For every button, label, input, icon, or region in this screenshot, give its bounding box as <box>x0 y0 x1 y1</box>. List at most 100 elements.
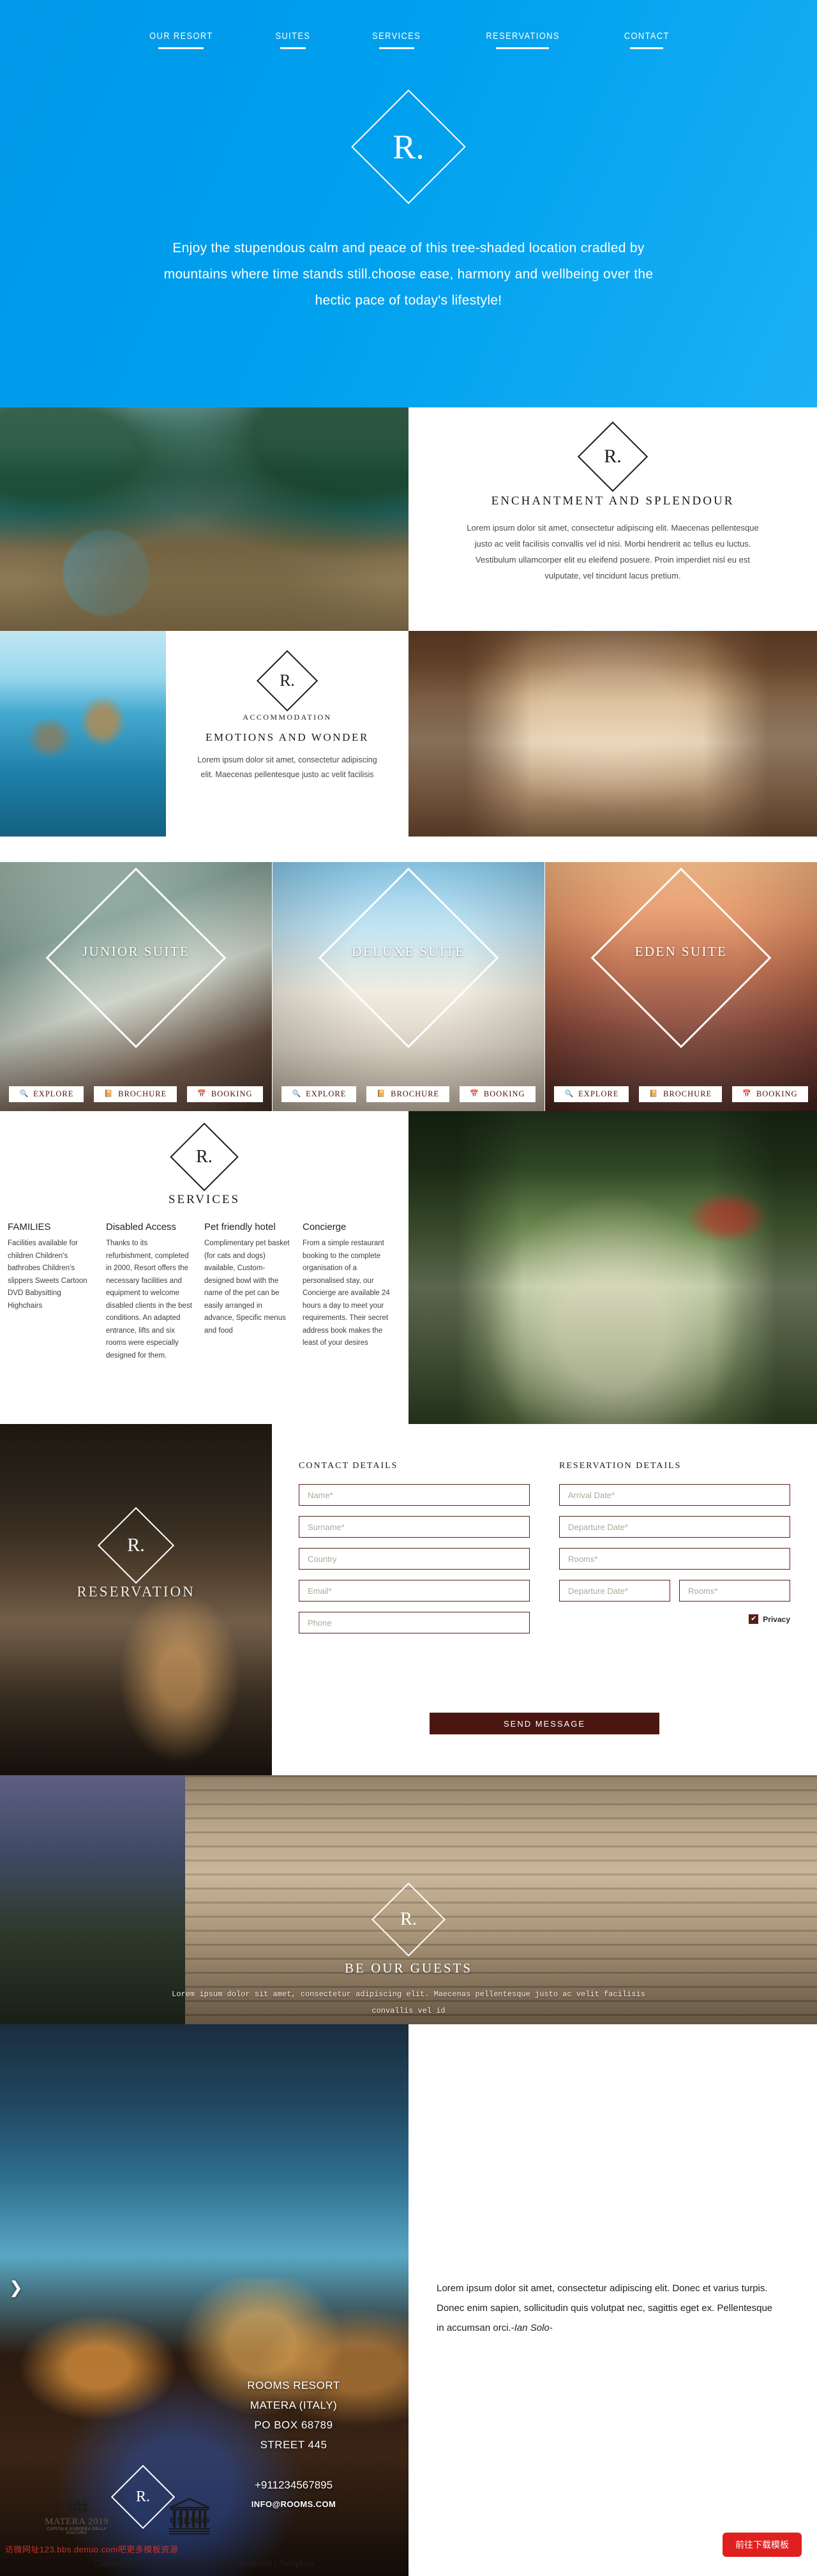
suite-card-junior[interactable]: JUNIOR SUITE 🔍 EXPLORE 📔 BROCHURE 📅 BOOK… <box>0 862 272 1111</box>
section-logo: R. <box>257 650 318 711</box>
footer-logo: R. <box>111 2465 175 2529</box>
address-line: PO BOX 68789 <box>254 2419 333 2431</box>
services-columns: FAMILIES Facilities available for childr… <box>0 1207 408 1362</box>
booking-button[interactable]: 📅 BOOKING <box>732 1086 808 1102</box>
section-logo: R. <box>371 1883 446 1957</box>
footer-email[interactable]: INFO@ROOMS.COM <box>179 2499 408 2509</box>
search-icon: 🔍 <box>19 1090 29 1098</box>
hero-tagline: Enjoy the stupendous calm and peace of t… <box>163 241 654 308</box>
name-field[interactable] <box>299 1484 530 1506</box>
monogram-text: R. <box>135 2489 150 2505</box>
booking-label: BOOKING <box>483 1089 525 1098</box>
suite-interior-photo <box>408 631 817 837</box>
monogram-text: R. <box>280 671 295 690</box>
calendar-icon: 📅 <box>470 1090 479 1098</box>
service-heading: Disabled Access <box>106 1222 177 1232</box>
diamond-logo-icon: R. <box>371 1883 446 1957</box>
departure-date-field[interactable] <box>559 1516 790 1538</box>
matera-2019-logo: #⌗ MATERA 2019 CAPITALE EUROPEA DELLA CU… <box>38 2496 115 2536</box>
reservation-panel-title: RESERVATION <box>77 1584 195 1600</box>
departure-date-field-2[interactable] <box>559 1580 670 1602</box>
brochure-label: BROCHURE <box>391 1089 440 1098</box>
book-icon: 📔 <box>649 1090 659 1098</box>
footer-phone[interactable]: +911234567895 <box>179 2479 408 2492</box>
country-field[interactable] <box>299 1548 530 1570</box>
suite-card-deluxe[interactable]: DELUXE SUITE 🔍 EXPLORE 📔 BROCHURE 📅 BOOK… <box>273 862 544 1111</box>
phone-field[interactable] <box>299 1612 530 1633</box>
diamond-logo-icon: R. <box>170 1123 239 1192</box>
suite-actions: 🔍 EXPLORE 📔 BROCHURE 📅 BOOKING <box>545 1086 817 1102</box>
overwater-bungalow-photo <box>0 631 166 837</box>
service-heading: Concierge <box>303 1222 347 1232</box>
nav-label: SUITES <box>275 31 311 42</box>
suite-actions: 🔍 EXPLORE 📔 BROCHURE 📅 BOOKING <box>273 1086 544 1102</box>
nav-item-our-resort[interactable]: OUR RESORT <box>144 31 218 49</box>
book-icon: 📔 <box>104 1090 114 1098</box>
explore-button[interactable]: 🔍 EXPLORE <box>9 1086 84 1102</box>
brochure-button[interactable]: 📔 BROCHURE <box>94 1086 177 1102</box>
monogram-text: R. <box>196 1147 213 1167</box>
diamond-logo-icon: R. <box>578 421 648 492</box>
privacy-checkbox[interactable]: ✔ <box>749 1614 759 1624</box>
service-heading: Pet friendly hotel <box>204 1222 276 1232</box>
booking-button[interactable]: 📅 BOOKING <box>187 1086 263 1102</box>
email-field[interactable] <box>299 1580 530 1602</box>
guests-title: BE OUR GUESTS <box>344 1960 473 1976</box>
nav-underline <box>379 47 414 49</box>
explore-button[interactable]: 🔍 EXPLORE <box>554 1086 629 1102</box>
date-rooms-row <box>559 1580 790 1612</box>
download-template-button[interactable]: 前往下载模板 <box>723 2533 802 2557</box>
service-column-pet-friendly: Pet friendly hotel Complimentary pet bas… <box>204 1221 303 1362</box>
watermark-text: 访微网址123.bbs.denuo.com吧更多模板资源 <box>5 2545 179 2554</box>
rooms-field[interactable] <box>559 1548 790 1570</box>
suite-title: DELUXE SUITE <box>352 944 465 959</box>
prev-slide-arrow-icon[interactable]: ❯ <box>9 2278 23 2298</box>
suite-card-eden[interactable]: EDEN SUITE 🔍 EXPLORE 📔 BROCHURE 📅 BOOKIN… <box>545 862 817 1111</box>
nav-item-suites[interactable]: SUITES <box>273 31 313 49</box>
explore-button[interactable]: 🔍 EXPLORE <box>281 1086 357 1102</box>
monogram-text: R. <box>393 128 424 166</box>
hero-section: OUR RESORT SUITES SERVICES RESERVATIONS … <box>0 0 817 407</box>
accommodation-body: Lorem ipsum dolor sit amet, consectetur … <box>197 755 377 779</box>
surname-field[interactable] <box>299 1516 530 1538</box>
monogram-text: R. <box>400 1909 417 1929</box>
book-icon: 📔 <box>377 1090 387 1098</box>
unesco-wordmark: UNESCO <box>170 2516 210 2526</box>
nav-item-services[interactable]: SERVICES <box>368 31 424 49</box>
diamond-logo-icon: R. <box>351 89 466 204</box>
search-icon: 🔍 <box>292 1090 302 1098</box>
privacy-consent: ✔ Privacy <box>559 1614 790 1624</box>
nav-label: CONTACT <box>624 31 670 42</box>
arrival-date-field[interactable] <box>559 1484 790 1506</box>
diamond-logo-icon: R. <box>111 2465 175 2529</box>
contact-details-heading: CONTACT DETAILS <box>299 1461 398 1471</box>
reservation-details-heading: RESERVATION DETAILS <box>559 1461 682 1471</box>
explore-label: EXPLORE <box>306 1089 347 1098</box>
service-body: From a simple restaurant booking to the … <box>303 1239 390 1347</box>
service-body: Thanks to its refurbishment, completed i… <box>106 1239 192 1360</box>
rooms-field-2[interactable] <box>679 1580 790 1602</box>
send-message-button[interactable]: SEND MESSAGE <box>430 1713 659 1734</box>
section-logo: R. <box>98 1507 174 1584</box>
brochure-button[interactable]: 📔 BROCHURE <box>366 1086 450 1102</box>
brochure-button[interactable]: 📔 BROCHURE <box>639 1086 723 1102</box>
services-title: SERVICES <box>168 1193 241 1206</box>
matera-glyph-icon: #⌗ <box>67 2496 88 2520</box>
nav-item-reservations[interactable]: RESERVATIONS <box>480 31 566 49</box>
testimonial-text: Lorem ipsum dolor sit amet, consectetur … <box>437 2283 773 2333</box>
service-body: Facilities available for children Childr… <box>8 1239 87 1310</box>
nav-underline <box>496 47 550 49</box>
service-column-concierge: Concierge From a simple restaurant booki… <box>303 1221 401 1362</box>
suite-title: EDEN SUITE <box>634 944 728 959</box>
service-column-disabled-access: Disabled Access Thanks to its refurbishm… <box>106 1221 204 1362</box>
nav-item-contact[interactable]: CONTACT <box>620 31 673 49</box>
reservation-form: CONTACT DETAILS RESERVATION DETAILS ✔ Pr… <box>272 1424 817 1775</box>
brochure-label: BROCHURE <box>118 1089 167 1098</box>
suite-title: JUNIOR SUITE <box>82 944 190 959</box>
reservation-photo: R. RESERVATION <box>0 1424 272 1775</box>
explore-label: EXPLORE <box>578 1089 619 1098</box>
enchantment-section: R. ENCHANTMENT AND SPLENDOUR Lorem ipsum… <box>408 407 817 631</box>
nav-underline <box>280 47 306 49</box>
address-line: STREET 445 <box>260 2439 327 2451</box>
booking-button[interactable]: 📅 BOOKING <box>460 1086 536 1102</box>
